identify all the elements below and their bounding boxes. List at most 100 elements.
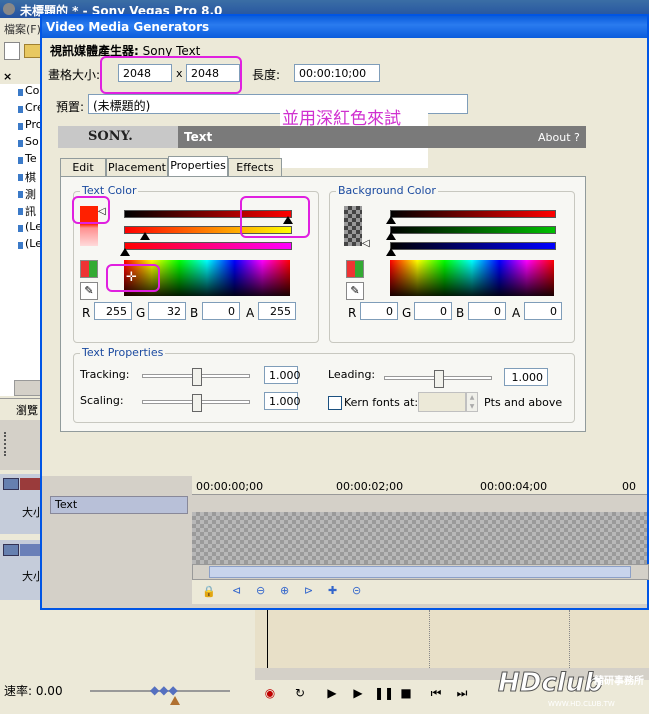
bg-green-channel-bar[interactable] — [390, 226, 556, 234]
media-item[interactable]: 棋 — [25, 169, 36, 185]
next-keyframe-icon[interactable]: ⊕ — [280, 584, 289, 597]
bg-green-channel-thumb[interactable] — [386, 232, 396, 240]
keyframe-scrollbar[interactable] — [192, 564, 649, 580]
leading-thumb[interactable] — [434, 370, 444, 388]
logo-url: WWW.HD.CLUB.TW — [548, 700, 615, 708]
media-icon — [18, 157, 23, 164]
a-label: A — [246, 306, 255, 320]
media-item[interactable]: Co — [25, 84, 39, 97]
tab-placement[interactable]: Placement — [106, 158, 168, 177]
swatch-highlight — [72, 196, 110, 224]
last-keyframe-icon[interactable]: ⊳ — [304, 584, 313, 597]
text-red-field[interactable]: 255 — [94, 302, 132, 320]
track-collapse-icon[interactable] — [3, 478, 19, 490]
timeline-lower-area — [255, 610, 649, 668]
bg-blue-field[interactable]: 0 — [468, 302, 506, 320]
grid-line — [569, 610, 571, 668]
keyframe-track-header[interactable]: Text — [50, 496, 188, 514]
kern-suffix: Pts and above — [484, 396, 563, 409]
rate-marker-icon — [170, 696, 180, 705]
frame-size-highlight — [100, 56, 242, 94]
media-item[interactable]: Te — [25, 152, 37, 165]
time-ruler[interactable]: 00:00:00;00 00:00:02;00 00:00:04;00 00 — [192, 476, 647, 495]
bg-red-channel-bar[interactable] — [390, 210, 556, 218]
palette-icon[interactable] — [80, 260, 98, 278]
green-channel-thumb[interactable] — [140, 232, 150, 240]
play-from-start-icon[interactable]: ▶ — [324, 685, 340, 701]
bg-blue-channel-bar[interactable] — [390, 242, 556, 250]
tab-edit[interactable]: Edit — [60, 158, 106, 177]
tab-effects[interactable]: Effects — [228, 158, 282, 177]
text-green-field[interactable]: 32 — [148, 302, 186, 320]
eyedropper-icon[interactable]: ✎ — [80, 282, 98, 300]
grip-icon[interactable] — [4, 432, 10, 456]
track-header-1[interactable]: 大小 — [0, 474, 44, 534]
length-field[interactable]: 00:00:10;00 — [294, 64, 380, 82]
menu-file[interactable]: 檔案(F) — [4, 21, 41, 37]
media-icon — [18, 123, 23, 130]
kern-label: Kern fonts at: — [344, 396, 419, 409]
track-header-2[interactable]: 大小 — [0, 540, 44, 600]
tracking-field[interactable]: 1.000 — [264, 366, 301, 384]
add-keyframe-icon[interactable]: ✚ — [328, 584, 337, 597]
tab-browse[interactable]: 瀏覽 — [16, 402, 38, 418]
tracking-thumb[interactable] — [192, 368, 202, 386]
properties-panel: Text Color ◁ ✎ ✛ R 255 G 32 B 0 A 255 Ba… — [60, 176, 586, 432]
background-color-swatch[interactable] — [344, 206, 362, 246]
dialog-title-bar[interactable]: Video Media Generators — [42, 16, 647, 38]
media-item[interactable]: 測 — [25, 186, 36, 202]
tab-properties[interactable]: Properties — [168, 156, 228, 178]
kern-checkbox[interactable] — [328, 396, 342, 410]
media-list: Co Cre Pro So Te 棋 測 訊 (Le (Le — [0, 84, 45, 396]
blue-channel-thumb[interactable] — [120, 248, 130, 256]
about-link[interactable]: About ? — [538, 131, 580, 144]
media-icon — [18, 208, 23, 215]
delete-keyframe-icon[interactable]: ⊝ — [352, 584, 361, 597]
go-end-icon[interactable]: ⏭ — [454, 685, 470, 701]
prev-keyframe-icon[interactable]: ⊖ — [256, 584, 265, 597]
loop-icon[interactable]: ↻ — [292, 685, 308, 701]
scroll-thumb[interactable] — [209, 566, 631, 578]
palette-icon[interactable] — [346, 260, 364, 278]
bg-alpha-field[interactable]: 0 — [524, 302, 562, 320]
pause-icon[interactable]: ❚❚ — [374, 685, 394, 701]
hdclub-logo: HDclub 精研事務所 WWW.HD.CLUB.TW — [496, 668, 646, 712]
frame-size-label: 畫格大小: — [48, 68, 101, 82]
record-icon[interactable]: ◉ — [262, 685, 278, 701]
scaling-field[interactable]: 1.000 — [264, 392, 301, 410]
scaling-thumb[interactable] — [192, 394, 202, 412]
logo-subtitle: 精研事務所 — [594, 676, 644, 687]
rate-slider-thumb[interactable]: ◆◆◆ — [150, 683, 178, 697]
media-icon — [18, 242, 23, 249]
stop-icon[interactable]: ■ — [398, 685, 414, 701]
sony-logo: SONY. — [88, 129, 133, 144]
dialog-timeline: Text 00:00:00;00 00:00:02;00 00:00:04;00… — [42, 476, 649, 608]
bg-red-field[interactable]: 0 — [360, 302, 398, 320]
play-icon[interactable]: ▶ — [350, 685, 366, 701]
close-icon[interactable]: × — [3, 70, 12, 83]
video-media-generator-dialog: Video Media Generators 視訊媒體產生器: Sony Tex… — [40, 14, 649, 610]
lock-icon[interactable]: 🔒 — [202, 585, 216, 598]
new-file-icon[interactable] — [4, 42, 20, 60]
bg-red-channel-thumb[interactable] — [386, 216, 396, 224]
eyedropper-icon[interactable]: ✎ — [346, 282, 364, 300]
media-item[interactable]: 訊 — [25, 203, 36, 219]
first-keyframe-icon[interactable]: ⊲ — [232, 584, 241, 597]
b-label: B — [190, 306, 199, 320]
keyframe-lane[interactable] — [192, 512, 647, 564]
bg-green-field[interactable]: 0 — [414, 302, 452, 320]
bg-color-spectrum[interactable] — [390, 260, 554, 296]
go-start-icon[interactable]: ⏮ — [428, 685, 444, 701]
bottom-tabs: 瀏覽 — [0, 398, 44, 419]
leading-field[interactable]: 1.000 — [504, 368, 548, 386]
blue-channel-bar[interactable] — [124, 242, 292, 250]
text-alpha-field[interactable]: 255 — [258, 302, 296, 320]
bg-blue-channel-thumb[interactable] — [386, 248, 396, 256]
track-collapse-icon[interactable] — [3, 544, 19, 556]
spectrum-highlight — [106, 264, 160, 292]
kern-spinner-icon[interactable]: ▲ ▼ — [466, 392, 478, 412]
text-blue-field[interactable]: 0 — [202, 302, 240, 320]
scaling-label: Scaling: — [80, 394, 124, 407]
media-item[interactable]: So — [25, 135, 39, 148]
kern-size-field[interactable] — [418, 392, 466, 412]
